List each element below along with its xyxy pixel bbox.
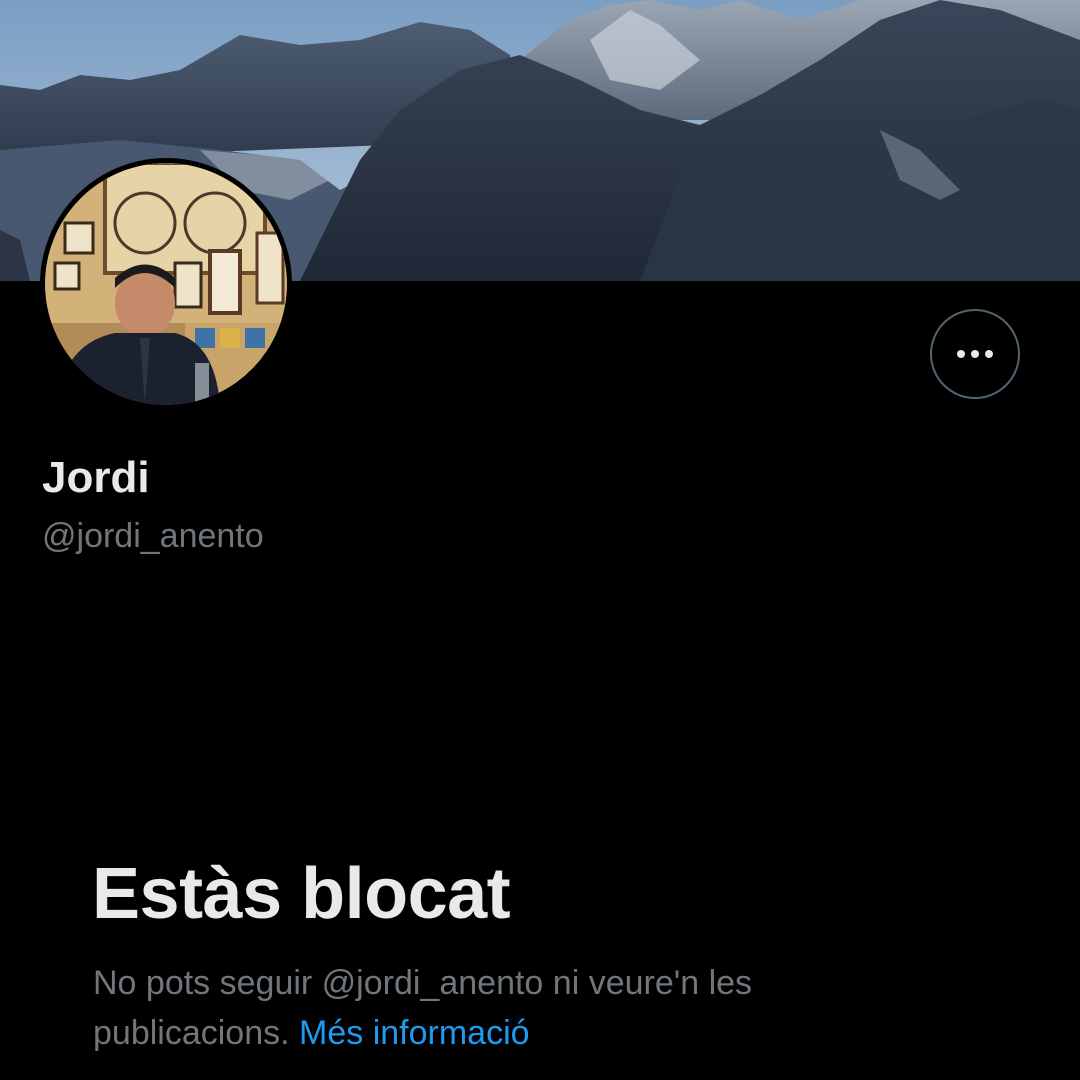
blocked-title: Estàs blocat <box>92 854 511 934</box>
avatar-photo <box>45 163 287 405</box>
more-options-button[interactable] <box>930 309 1020 399</box>
profile-display-name: Jordi <box>42 453 150 502</box>
learn-more-link[interactable]: Més informació <box>299 1014 530 1052</box>
blocked-message: No pots seguir @jordi_anento ni veure'n … <box>93 958 853 1058</box>
profile-avatar[interactable] <box>40 158 292 410</box>
more-horizontal-icon <box>957 350 993 358</box>
profile-handle: @jordi_anento <box>42 517 264 555</box>
